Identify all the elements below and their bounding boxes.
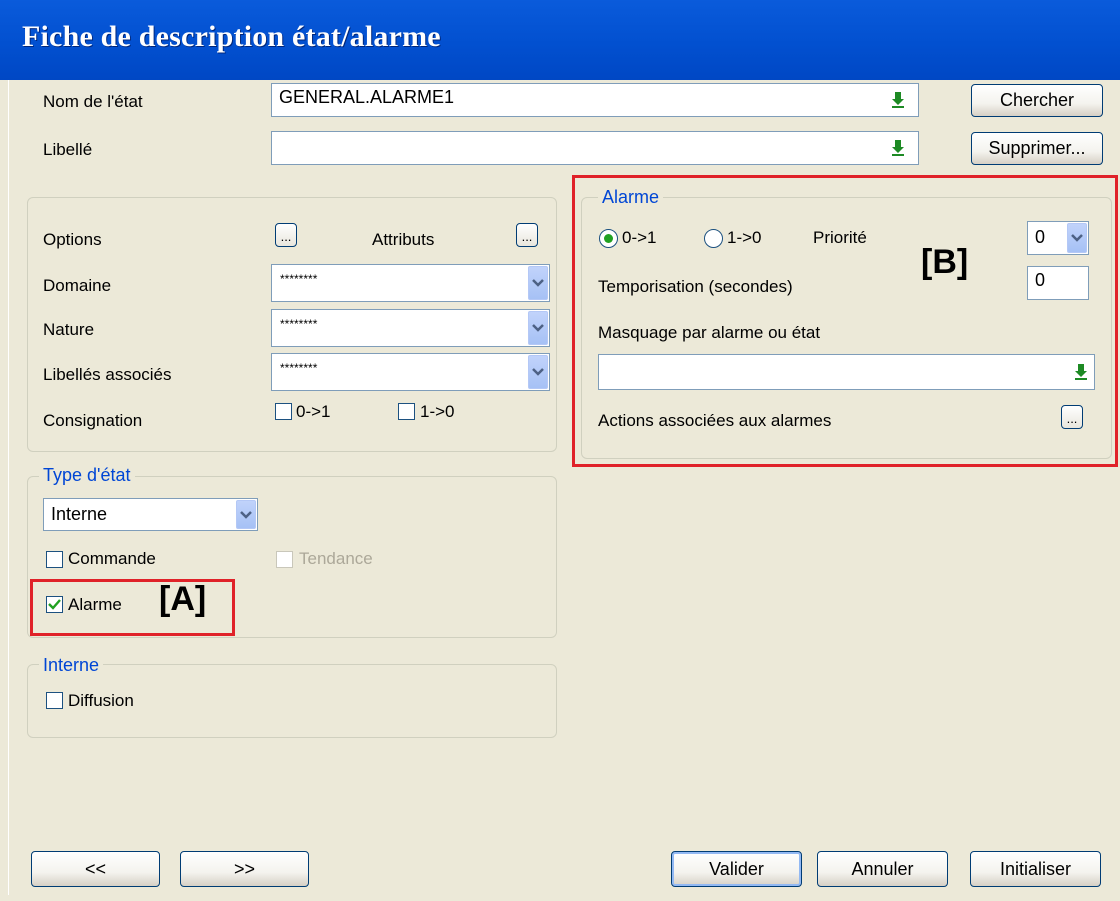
libelles-associes-select[interactable]: ******** <box>271 353 550 391</box>
interne-title: Interne <box>39 655 104 676</box>
libelle-input[interactable] <box>271 131 919 165</box>
options-label: Options <box>43 230 102 249</box>
domaine-value: ******** <box>280 272 318 286</box>
consignation-label: Consignation <box>43 411 143 430</box>
diffusion-label: Diffusion <box>68 691 134 710</box>
commande-label: Commande <box>68 549 156 568</box>
title-bar[interactable]: Fiche de description état/alarme <box>0 0 1120 80</box>
diffusion-checkbox[interactable] <box>46 692 63 709</box>
highlight-b <box>572 175 1118 467</box>
nom-etat-input[interactable]: GENERAL.ALARME1 <box>271 83 919 117</box>
tendance-checkbox[interactable] <box>276 551 293 568</box>
cons-1-0-checkbox[interactable] <box>398 403 415 420</box>
annuler-button[interactable]: Annuler <box>817 851 948 887</box>
type-etat-select[interactable]: Interne <box>43 498 258 531</box>
chevron-down-icon[interactable] <box>236 500 256 529</box>
attributs-dots-button[interactable]: ... <box>516 223 538 247</box>
tendance-label: Tendance <box>299 549 373 568</box>
commande-checkbox[interactable] <box>46 551 63 568</box>
window-title: Fiche de description état/alarme <box>22 20 441 53</box>
chercher-button[interactable]: Chercher <box>971 84 1103 117</box>
initialiser-button[interactable]: Initialiser <box>970 851 1101 887</box>
next-button[interactable]: >> <box>180 851 309 887</box>
dialog-body: Nom de l'état GENERAL.ALARME1 Chercher L… <box>8 80 1118 895</box>
prev-button[interactable]: << <box>31 851 160 887</box>
nom-etat-download-icon[interactable] <box>888 89 908 111</box>
valider-button[interactable]: Valider <box>671 851 802 887</box>
options-dots-button[interactable]: ... <box>275 223 297 247</box>
supprimer-button[interactable]: Supprimer... <box>971 132 1103 165</box>
chevron-down-icon[interactable] <box>528 311 548 345</box>
cons-0-1-label: 0->1 <box>296 402 331 421</box>
type-etat-value: Interne <box>51 504 108 524</box>
libelles-associes-value: ******** <box>280 361 318 375</box>
nom-etat-label: Nom de l'état <box>43 92 143 111</box>
chevron-down-icon[interactable] <box>528 355 548 389</box>
cons-0-1-checkbox[interactable] <box>275 403 292 420</box>
libelle-download-icon[interactable] <box>888 137 908 159</box>
nature-select[interactable]: ******** <box>271 309 550 347</box>
libelles-associes-label: Libellés associés <box>43 365 172 384</box>
domaine-select[interactable]: ******** <box>271 264 550 302</box>
highlight-a <box>30 579 235 636</box>
domaine-label: Domaine <box>43 276 112 295</box>
type-etat-title: Type d'état <box>39 465 135 486</box>
chevron-down-icon[interactable] <box>528 266 548 300</box>
attributs-label: Attributs <box>372 230 435 249</box>
libelle-label: Libellé <box>43 140 93 159</box>
cons-1-0-label: 1->0 <box>420 402 455 421</box>
nature-value: ******** <box>280 317 318 331</box>
nature-label: Nature <box>43 320 95 339</box>
